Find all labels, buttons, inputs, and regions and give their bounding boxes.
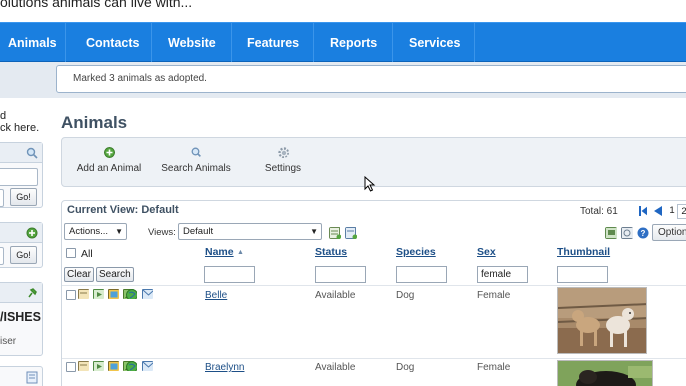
views-select[interactable]: Default ▼: [178, 223, 322, 240]
animal-thumbnail[interactable]: [557, 360, 653, 386]
animal-sex: Female: [477, 290, 511, 301]
media-icon[interactable]: [93, 289, 104, 299]
animal-thumbnail[interactable]: [557, 287, 647, 354]
animal-sex: Female: [477, 362, 511, 373]
animal-species: Dog: [396, 362, 415, 373]
prev-page-icon[interactable]: [654, 206, 662, 216]
nav-features[interactable]: Features: [232, 23, 314, 63]
sidebar-search-input[interactable]: [0, 168, 38, 186]
actions-select-value: Actions...: [69, 226, 109, 237]
magnifier-icon: [26, 147, 38, 159]
sidebar-docs-panel: [0, 366, 43, 386]
add-circle-icon: [26, 227, 38, 239]
select-all-label: All: [81, 248, 93, 260]
nav-reports[interactable]: Reports: [314, 23, 393, 63]
gear-icon: [277, 147, 289, 158]
image-icon[interactable]: [108, 289, 119, 299]
views-label: Views:: [148, 227, 176, 238]
first-page-icon[interactable]: [639, 206, 647, 216]
column-species[interactable]: Species: [396, 246, 436, 258]
animal-species: Dog: [396, 290, 415, 301]
animal-name-link[interactable]: Belle: [205, 290, 227, 301]
search-icon: [191, 147, 202, 158]
search-animals-button[interactable]: Search Animals: [156, 147, 236, 174]
main-nav: Animals Contacts Website Features Report…: [0, 22, 686, 63]
globe-icon[interactable]: [126, 289, 137, 299]
sidebar-search-head: [0, 143, 42, 163]
page-next[interactable]: 2: [677, 204, 686, 219]
edit-record-icon[interactable]: [78, 361, 89, 371]
export-icon[interactable]: [605, 227, 617, 239]
settings-button[interactable]: Settings: [258, 147, 308, 174]
filter-species-input[interactable]: [396, 266, 447, 283]
dog-photo: [558, 288, 646, 353]
filter-sex-input[interactable]: female: [477, 266, 528, 283]
edit-record-icon[interactable]: [78, 289, 89, 299]
pin-icon: [28, 288, 37, 298]
total-count: Total: 61: [580, 206, 618, 217]
animal-status: Available: [315, 362, 356, 373]
column-name[interactable]: Name: [205, 246, 234, 258]
dog-photo: [558, 361, 652, 386]
wishes-title: /ISHES: [0, 310, 41, 324]
nav-contacts[interactable]: Contacts: [66, 23, 152, 63]
mouse-cursor-icon: [364, 176, 376, 192]
sidebar-search-input-2[interactable]: [0, 189, 4, 207]
svg-text:?: ?: [641, 229, 646, 238]
row-checkbox[interactable]: [66, 362, 76, 372]
nav-animals[interactable]: Animals: [0, 23, 66, 63]
filter-thumbnail-input[interactable]: [557, 266, 608, 283]
page-title: Animals: [61, 113, 128, 132]
notice-message: Marked 3 animals as adopted.: [56, 65, 686, 93]
sort-asc-icon: ▲: [237, 249, 244, 256]
column-name-label: Name: [205, 246, 234, 258]
search-animals-label: Search Animals: [161, 163, 231, 174]
column-sex[interactable]: Sex: [477, 246, 496, 258]
filter-name-input[interactable]: [204, 266, 255, 283]
column-status[interactable]: Status: [315, 246, 347, 258]
image-icon[interactable]: [108, 361, 119, 371]
sidebar-intro-link[interactable]: ck here.: [0, 122, 39, 134]
add-animal-icon: [103, 147, 115, 158]
row-divider: [62, 358, 686, 359]
chevron-down-icon: ▼: [115, 227, 123, 236]
email-icon[interactable]: [142, 289, 153, 299]
current-view-label: Current View: Default: [67, 204, 179, 216]
print-icon[interactable]: [621, 227, 633, 239]
wishes-subtitle: iser: [0, 336, 17, 347]
edit-view-icon[interactable]: [329, 227, 341, 239]
notice-strip: [0, 62, 52, 98]
globe-icon[interactable]: [126, 361, 137, 371]
sidebar-wishes-head: [0, 283, 42, 303]
row-checkbox[interactable]: [66, 290, 76, 300]
clear-filter-button[interactable]: Clear: [64, 267, 94, 282]
sidebar-add-input[interactable]: [0, 247, 4, 265]
select-all-checkbox[interactable]: [66, 248, 76, 258]
filter-status-input[interactable]: [315, 266, 366, 283]
search-filter-button[interactable]: Search: [96, 267, 134, 282]
nav-services[interactable]: Services: [393, 23, 475, 63]
add-animal-label: Add an Animal: [76, 163, 142, 174]
document-icon[interactable]: [26, 371, 38, 384]
settings-label: Settings: [264, 163, 302, 174]
help-icon[interactable]: ?: [637, 227, 649, 239]
chevron-down-icon: ▼: [310, 227, 318, 236]
sidebar-intro-line1: d: [0, 110, 7, 122]
email-icon[interactable]: [142, 361, 153, 371]
sidebar-add-head: [0, 223, 42, 243]
add-view-icon[interactable]: [345, 227, 357, 239]
animal-status: Available: [315, 290, 356, 301]
views-select-value: Default: [183, 226, 214, 237]
column-thumbnail[interactable]: Thumbnail: [557, 246, 610, 258]
add-animal-button[interactable]: Add an Animal: [71, 147, 147, 174]
sidebar-go-button[interactable]: Go!: [10, 188, 37, 206]
sidebar-go-button-2[interactable]: Go!: [10, 246, 37, 264]
actions-select[interactable]: Actions... ▼: [64, 223, 127, 240]
media-icon[interactable]: [93, 361, 104, 371]
row-divider: [62, 285, 686, 286]
animal-name-link[interactable]: Braelynn: [205, 362, 244, 373]
options-button[interactable]: Option: [652, 224, 686, 241]
nav-website[interactable]: Website: [152, 23, 232, 63]
site-tagline: olutions animals can live with...: [0, 0, 193, 10]
